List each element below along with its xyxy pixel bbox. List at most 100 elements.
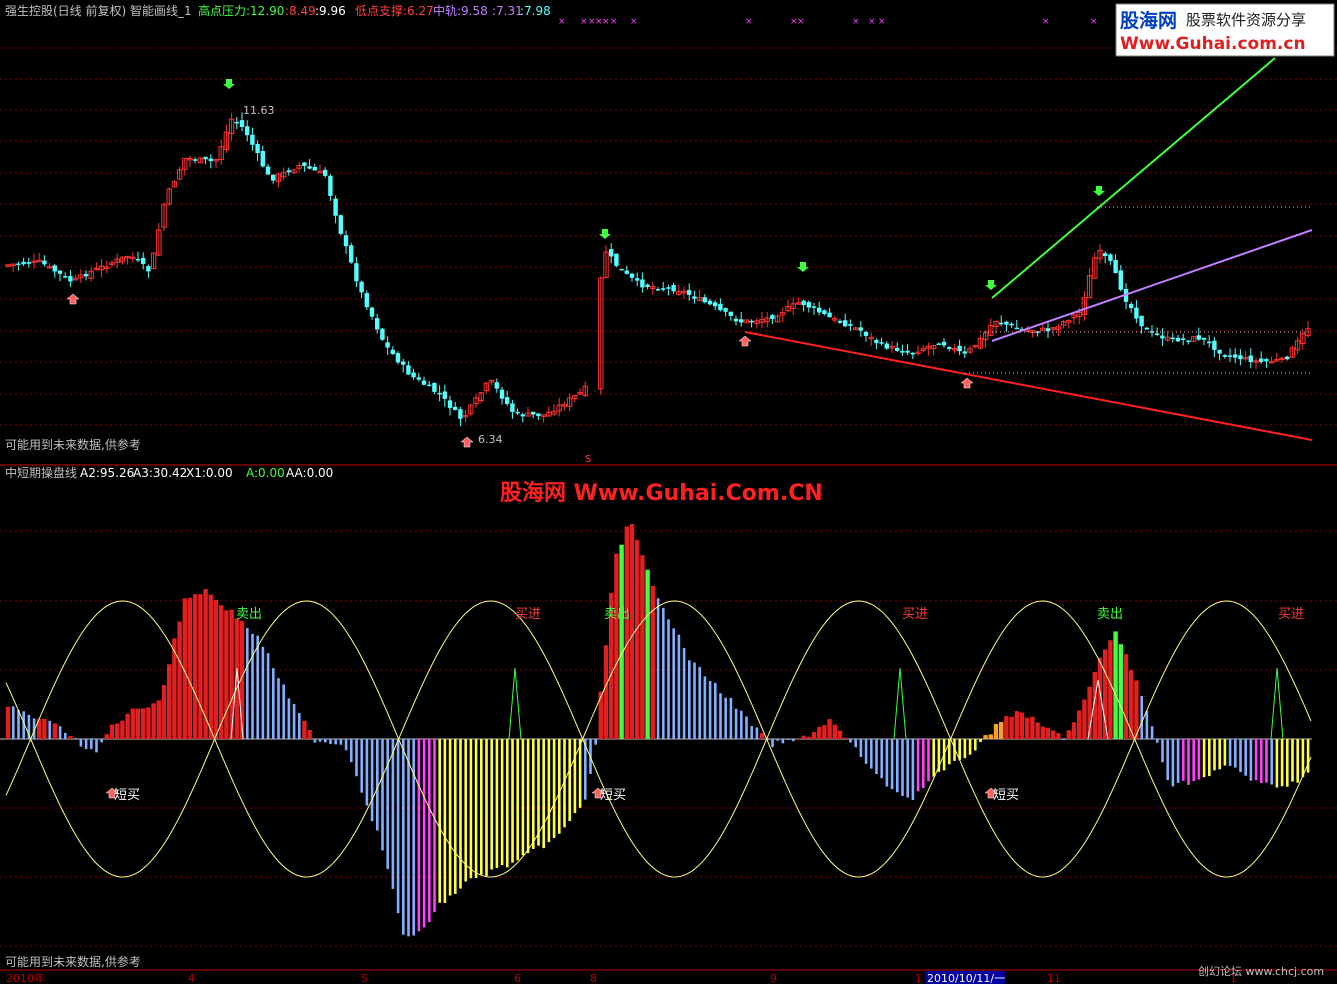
candle-body-78 (411, 372, 416, 378)
osc-bar-231 (1208, 739, 1211, 777)
candle-body-39 (208, 158, 213, 162)
osc-bar-49 (261, 646, 265, 739)
osc-bar-65 (344, 739, 348, 751)
candle-body-129 (687, 290, 692, 295)
osc-bar-48 (256, 635, 259, 739)
osc-bar-121 (635, 539, 640, 739)
candle-body-85 (447, 400, 453, 409)
candle-body-222 (1170, 337, 1175, 340)
osc-bar-140 (734, 708, 738, 739)
x-mark-10: × (852, 17, 860, 27)
candle-body-162 (858, 327, 863, 331)
candle-body-10 (57, 270, 63, 274)
osc-bar-232 (1213, 739, 1216, 771)
osc-bar-101 (532, 739, 535, 849)
osc-bar-159 (832, 724, 837, 739)
candle-body-114 (609, 249, 614, 257)
osc-bar-193 (1009, 716, 1014, 739)
osc-bar-248 (1296, 739, 1299, 783)
osc-bar-71 (376, 739, 379, 831)
osc-bar-1 (12, 706, 15, 739)
candle-body-63 (333, 198, 338, 216)
osc-bar-57 (302, 720, 307, 739)
candle-body-159 (843, 320, 848, 327)
osc-bar-60 (318, 739, 322, 742)
osc-bar-242 (1265, 739, 1268, 783)
osc-bar-245 (1280, 739, 1284, 787)
candle-body-235 (1238, 355, 1243, 360)
osc-bar-174 (911, 739, 915, 800)
x-mark-12: × (878, 17, 886, 27)
candle-body-239 (1259, 358, 1264, 362)
osc-bar-133 (698, 667, 701, 739)
osc-bar-64 (339, 739, 343, 745)
osc-bar-187 (979, 739, 982, 743)
candle-body-73 (385, 342, 390, 348)
osc-bar-168 (880, 739, 883, 779)
candle-body-65 (343, 235, 349, 247)
osc-bar-134 (703, 676, 707, 739)
osc-bar-172 (901, 739, 904, 796)
short-buy-label-2: 短买 (600, 788, 626, 803)
osc-bar-120 (629, 524, 635, 739)
osc-bar-216 (1129, 670, 1134, 739)
osc-bar-104 (547, 739, 551, 843)
osc-bar-194 (1014, 711, 1019, 739)
candle-body-220 (1160, 335, 1165, 339)
osc-bar-199 (1040, 726, 1045, 739)
osc-bar-175 (916, 739, 920, 792)
candle-body-126 (671, 285, 676, 292)
osc-bar-106 (558, 739, 561, 834)
x-mark-14: × (1090, 17, 1098, 27)
logo-url: Www.Guhai.com.cn (1120, 34, 1306, 54)
osc-bar-54 (287, 698, 291, 739)
osc-bar-211 (1103, 649, 1108, 739)
osc-bar-17 (95, 739, 98, 753)
s-marker: S (585, 454, 591, 465)
candle-body-198 (1045, 328, 1051, 332)
osc-bar-246 (1286, 739, 1289, 787)
osc-bar-185 (968, 739, 972, 755)
osc-bar-200 (1045, 727, 1051, 739)
osc-bar-178 (932, 739, 935, 777)
candle-body-25 (135, 258, 141, 261)
osc-bar-128 (672, 628, 675, 739)
osc-bar-94 (495, 739, 499, 868)
osc-bar-130 (682, 647, 686, 739)
candle-body-138 (733, 318, 739, 322)
osc-bar-83 (438, 739, 441, 903)
osc-bar-58 (307, 729, 312, 739)
candle-body-83 (437, 392, 442, 395)
osc-bar-173 (906, 739, 909, 798)
candle-body-36 (193, 159, 198, 161)
osc-bar-157 (822, 725, 827, 739)
osc-bar-163 (854, 739, 857, 748)
candle-body-70 (369, 307, 375, 317)
candle-body-48 (255, 144, 260, 154)
osc-bar-237 (1239, 739, 1242, 773)
osc-bar-62 (329, 739, 332, 745)
candle-body-61 (323, 169, 328, 176)
osc-bar-56 (298, 713, 301, 739)
osc-bar-132 (693, 662, 696, 739)
osc-bar-115 (603, 645, 609, 739)
x-tick-6: 6 (514, 972, 521, 984)
candle-body-240 (1264, 358, 1269, 362)
candle-body-57 (302, 162, 307, 166)
candle-body-47 (250, 134, 255, 145)
osc-bar-47 (251, 633, 254, 739)
osc-bar-77 (407, 739, 410, 937)
x-tick-8: 8 (590, 972, 597, 984)
osc-bar-89 (469, 739, 473, 879)
candle-body-177 (936, 343, 941, 346)
osc-bar-166 (870, 739, 873, 769)
candle-body-15 (83, 273, 89, 277)
candle-body-215 (1134, 307, 1139, 319)
candle-body-27 (146, 266, 151, 272)
osc-bar-243 (1270, 739, 1273, 785)
osc-bar-14 (79, 739, 83, 747)
osc-bar-13 (74, 738, 77, 740)
x-tick-2010: 2010年 (6, 971, 45, 984)
osc-bar-145 (759, 733, 765, 739)
candle-body-160 (848, 324, 853, 326)
